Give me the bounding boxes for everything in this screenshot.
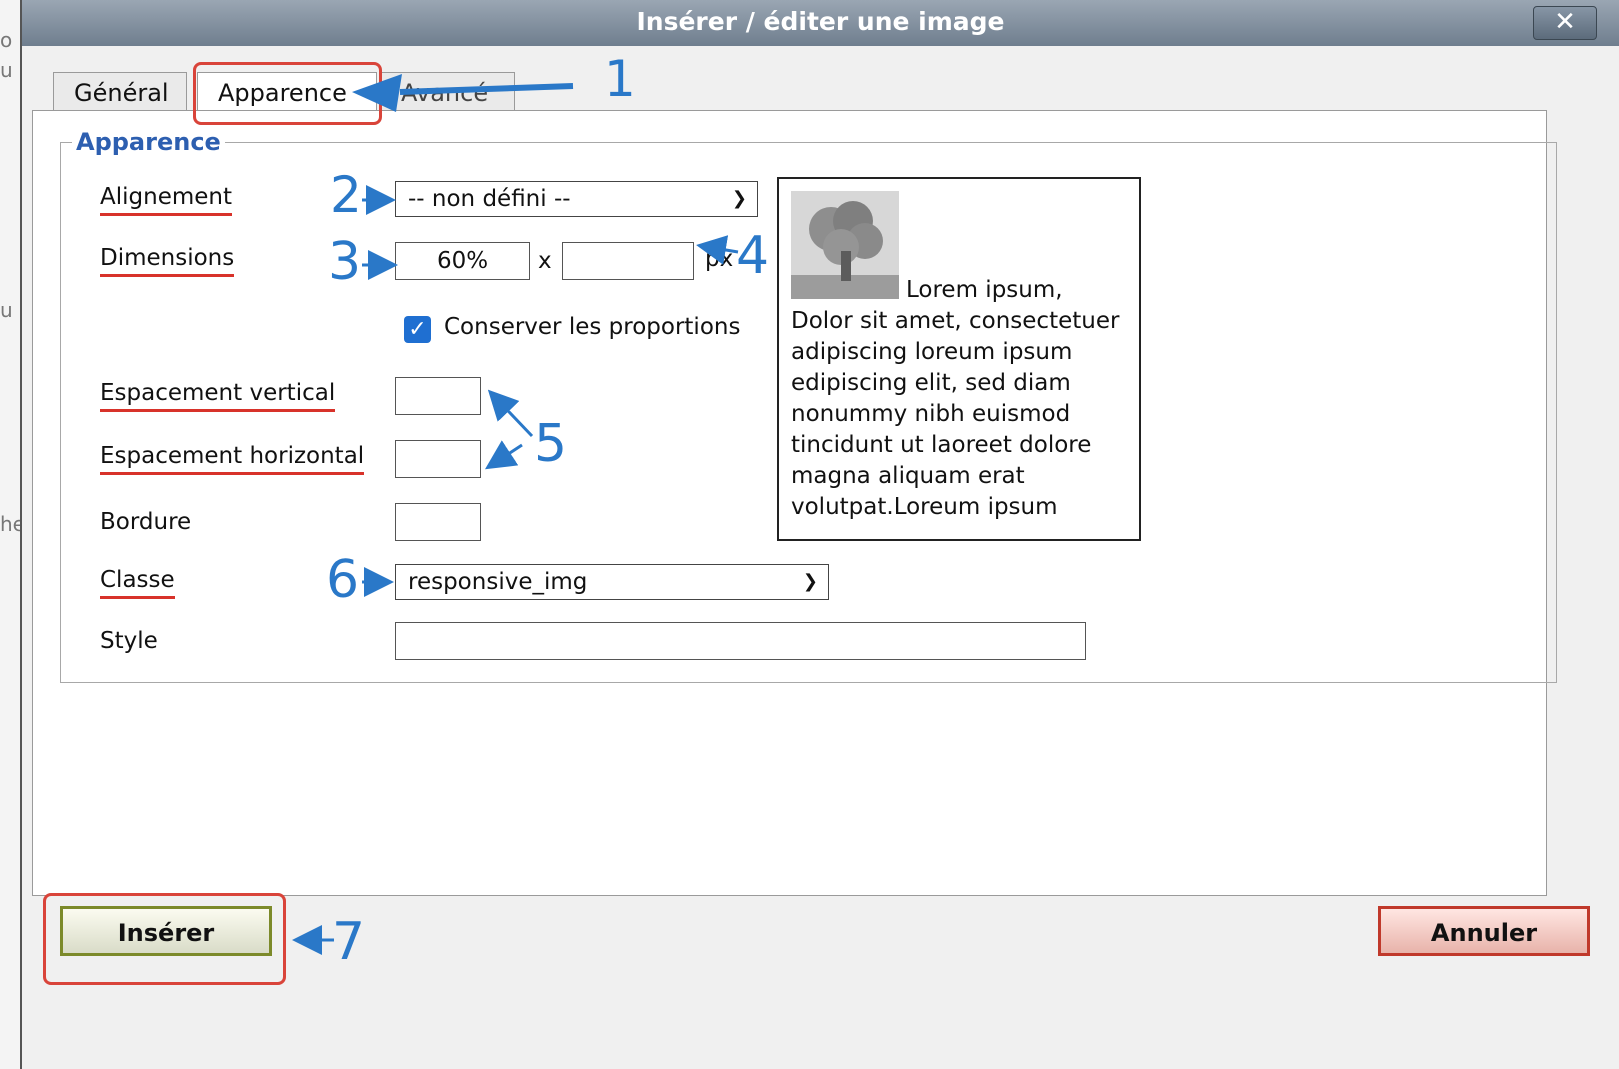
arrow-icon [292, 74, 739, 955]
annotation-overlay [292, 74, 739, 955]
